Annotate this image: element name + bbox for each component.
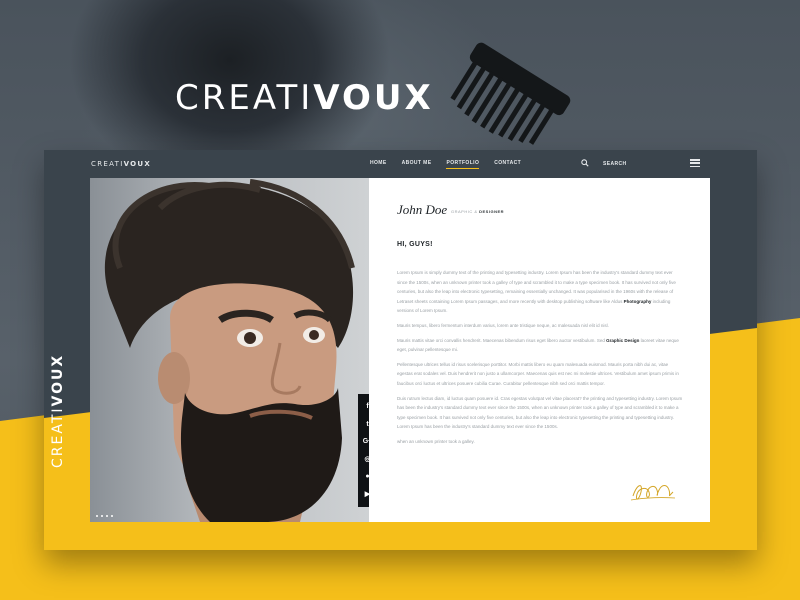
bio-paragraph-1: Lorem Ipsum is simply dummy text of the … — [397, 268, 684, 316]
hamburger-icon[interactable] — [690, 159, 700, 167]
nav-about-me[interactable]: ABOUT ME — [402, 160, 432, 169]
navbar-logo-bold: VOUX — [123, 160, 152, 168]
bio-paragraph-6-text: when an unknown printer took a galley. — [397, 438, 475, 444]
portrait-photo — [90, 178, 369, 522]
nav-home[interactable]: HOME — [370, 160, 387, 169]
bio-highlight-photography: Photography — [623, 298, 652, 304]
profile-role-prefix: GRAPHIC & — [451, 209, 480, 214]
search-icon[interactable] — [581, 159, 589, 167]
bio-paragraph-3-text: Mauris mattis vitae orci convallis hendr… — [397, 337, 607, 343]
signature-image — [630, 485, 676, 501]
profile-name: John Doe — [397, 202, 448, 217]
bio-paragraph-5: Duis rutrum lectus diam, id luctus quam … — [397, 394, 684, 432]
nav-contact[interactable]: CONTACT — [494, 160, 521, 169]
vertical-brand-light: CREATI — [50, 406, 66, 468]
bio-paragraph-6: when an unknown printer took a galley. — [397, 437, 684, 447]
nav-portfolio[interactable]: PORTFOLIO — [446, 160, 480, 169]
slider-dots[interactable] — [96, 515, 113, 517]
bio-text: Lorem Ipsum is simply dummy text of the … — [397, 268, 684, 452]
navbar-logo-light: CREATI — [91, 160, 124, 168]
hero-brand-light: CREATI — [175, 78, 314, 118]
search-input[interactable]: SEARCH — [603, 161, 627, 167]
bio-paragraph-3: Mauris mattis vitae orci convallis hendr… — [397, 336, 684, 355]
bio-paragraph-2-text: Mauris tempus, libero fermentum interdum… — [397, 322, 609, 328]
vertical-brand-logo: CREATIVOUX — [50, 354, 66, 468]
hero-brand-bold: VOUX — [313, 78, 434, 118]
profile-role-bold: DESIGNER — [479, 209, 505, 214]
bio-highlight-graphic-design: Graphic Design — [606, 337, 640, 343]
greeting-heading: HI, GUYS! — [397, 241, 433, 248]
vertical-brand-bold: VOUX — [50, 353, 66, 407]
bio-paragraph-2: Mauris tempus, libero fermentum interdum… — [397, 321, 684, 331]
bio-paragraph-4-text: Pellentesque ultrices tellus id risus sc… — [397, 361, 679, 386]
profile-role: GRAPHIC & DESIGNER — [451, 209, 504, 214]
top-navbar: CREATIVOUX HOME ABOUT ME PORTFOLIO CONTA… — [44, 150, 757, 178]
site-mockup: CREATIVOUX HOME ABOUT ME PORTFOLIO CONTA… — [44, 150, 757, 550]
portrait-illustration — [104, 179, 355, 522]
bio-paragraph-5-text: Duis rutrum lectus diam, id luctus quam … — [397, 395, 683, 430]
main-menu: HOME ABOUT ME PORTFOLIO CONTACT — [370, 160, 521, 169]
about-content-panel: John Doe GRAPHIC & DESIGNER HI, GUYS! Lo… — [369, 178, 710, 522]
hero-brand-title: CREATIVOUX — [175, 78, 434, 118]
navbar-logo[interactable]: CREATIVOUX — [91, 160, 151, 168]
bio-paragraph-4: Pellentesque ultrices tellus id risus sc… — [397, 360, 684, 389]
